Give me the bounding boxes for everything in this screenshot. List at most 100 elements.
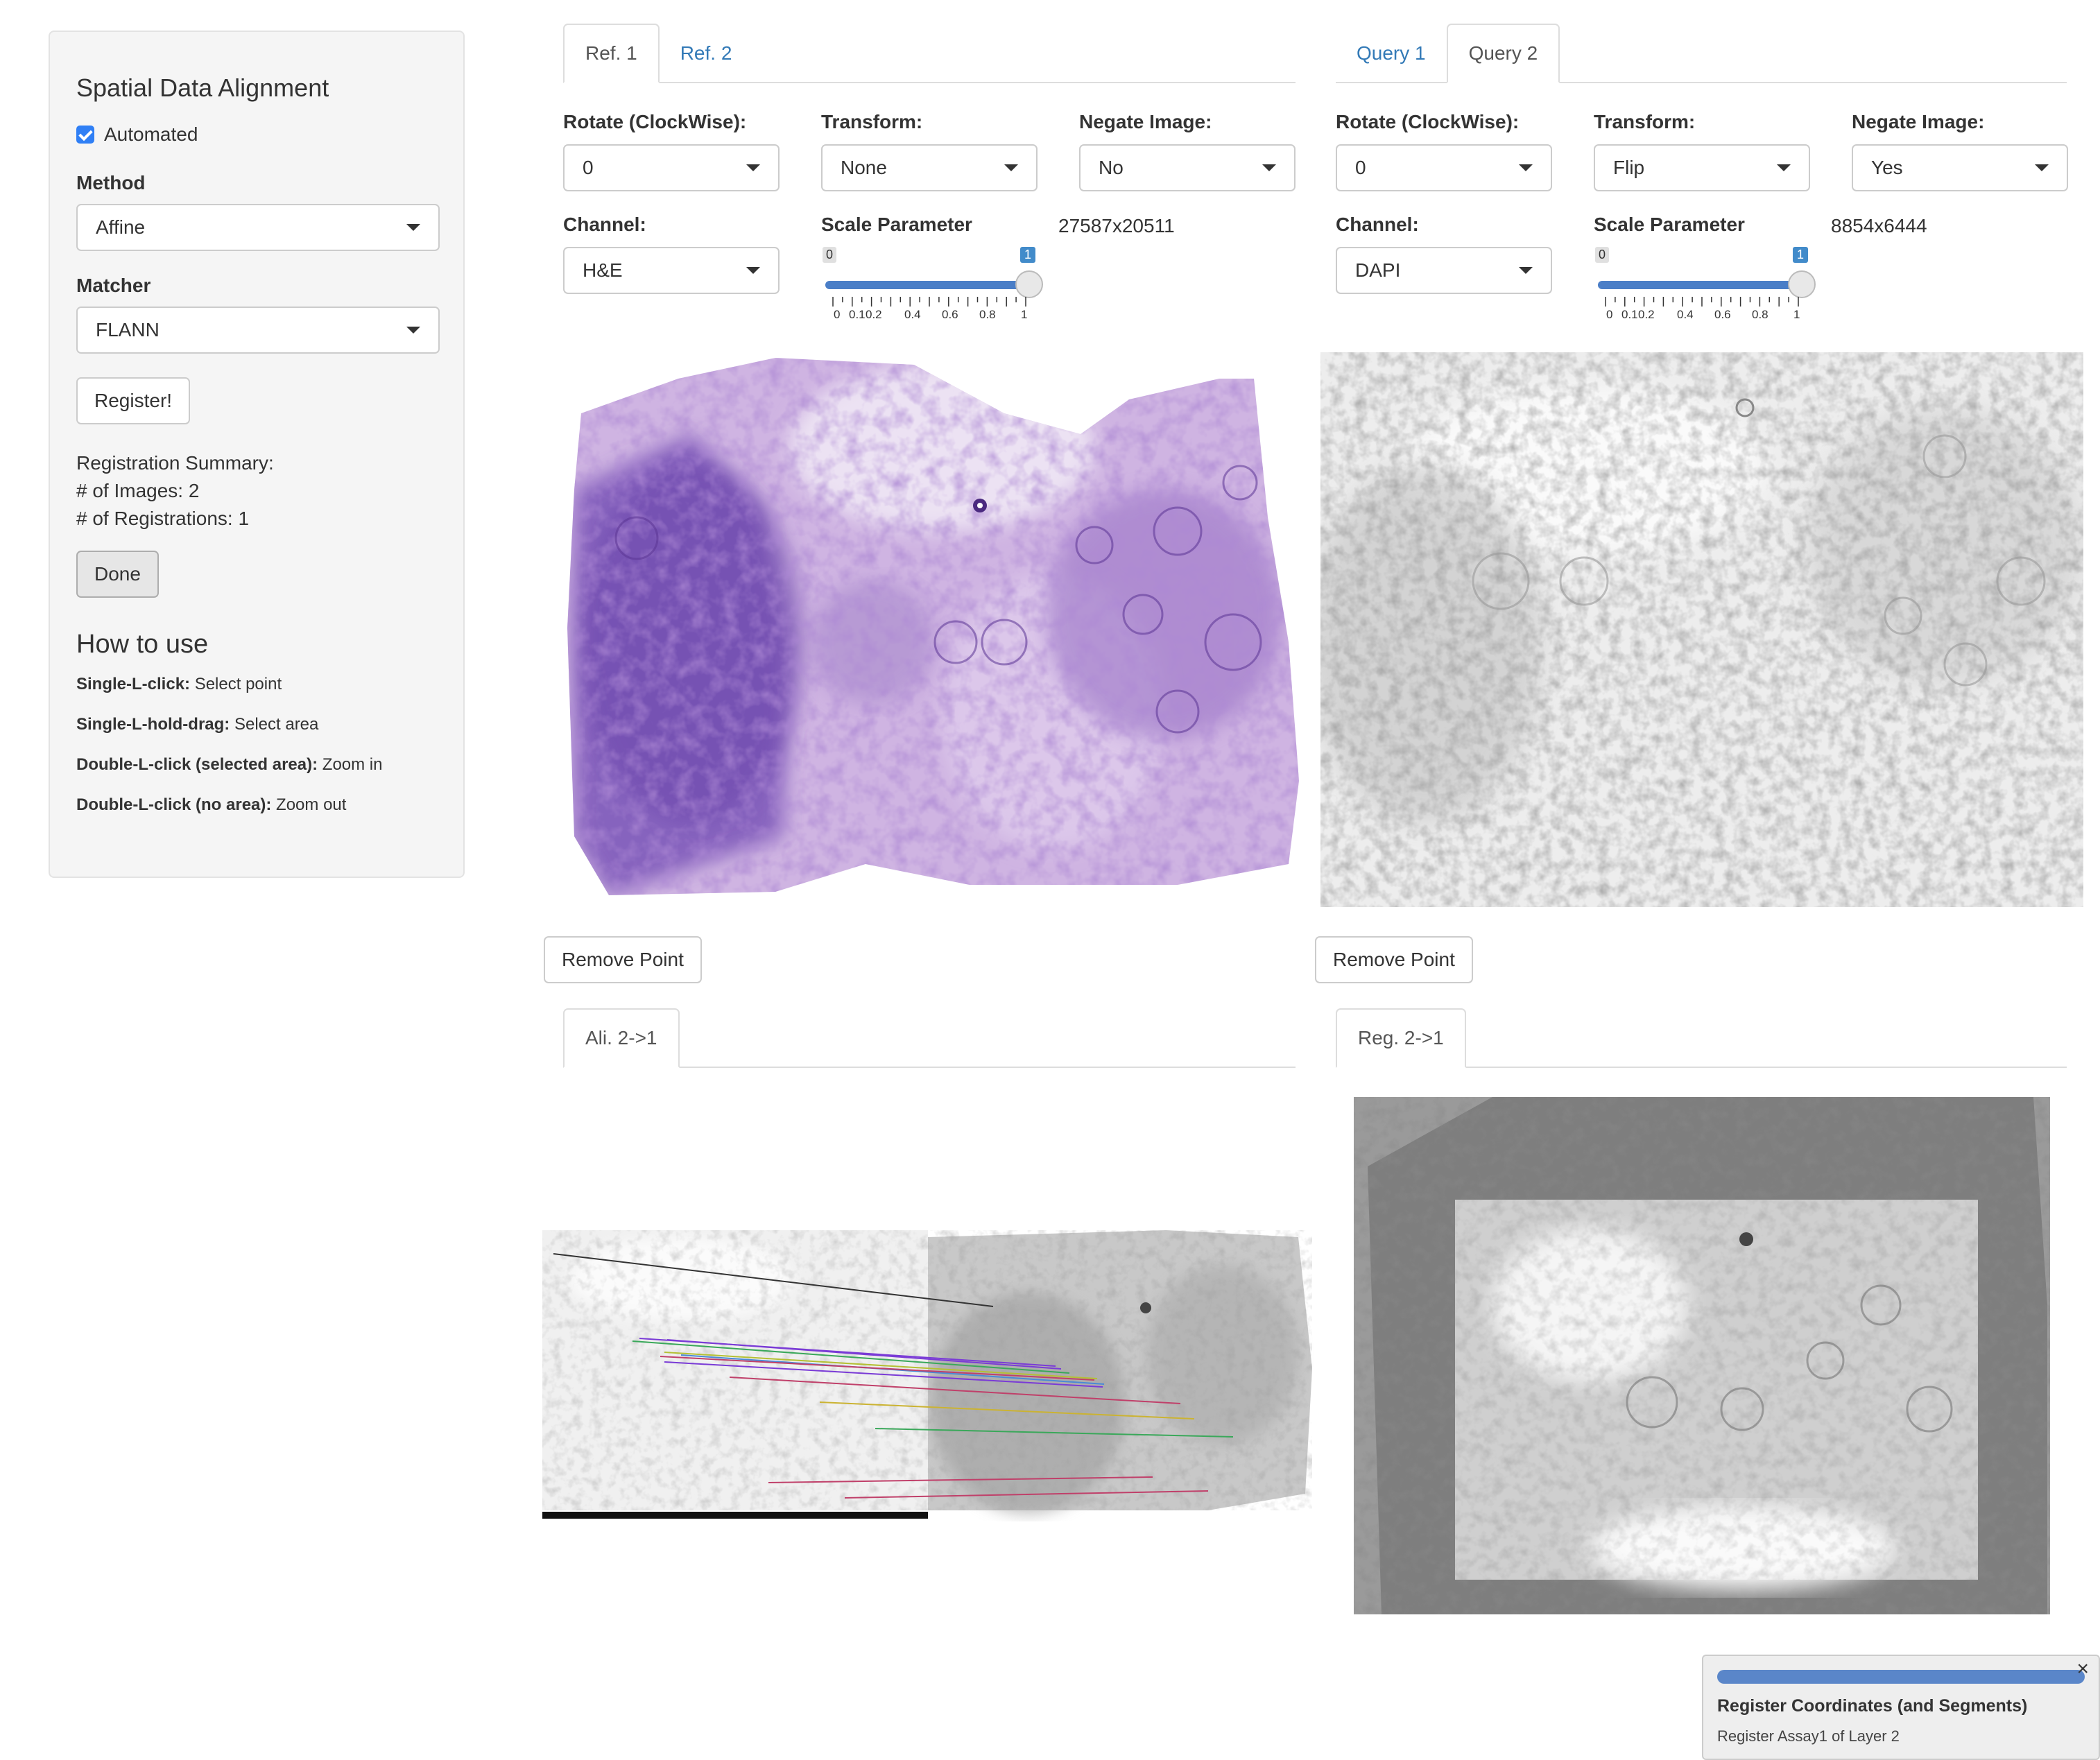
query-transform-value: Flip [1613,157,1645,178]
slider-tick-label: 0.6 [942,308,958,321]
query-rotate-value: 0 [1355,157,1366,178]
ref-channel-control: Channel: H&E [563,214,780,294]
chevron-down-icon [746,164,760,171]
query-channel-value: DAPI [1355,259,1401,281]
ref-channel-label: Channel: [563,214,646,235]
progress-notification: × Register Coordinates (and Segments) Re… [1702,1655,2100,1760]
query-rotate-control: Rotate (ClockWise): 0 [1336,111,1552,191]
slider-tick-label: 0 [1606,308,1613,321]
ref-negate-value: No [1099,157,1124,178]
chevron-down-icon [1777,164,1791,171]
slider-tick-label: 0.4 [1677,308,1694,321]
query-scale-label: Scale Parameter [1594,214,1745,235]
howto-item: Double-L-click (selected area): Zoom in [76,755,383,774]
tab-alignment[interactable]: Ali. 2->1 [563,1008,680,1068]
slider-tick-label: 0 [834,308,841,321]
slider-tick-label: 0.4 [904,308,921,321]
slider-tick-label: 0.1 [1621,308,1638,321]
howto-item: Double-L-click (no area): Zoom out [76,795,347,814]
ref-negate-select[interactable]: No [1079,144,1296,191]
query-dapi-image[interactable] [1320,352,2083,907]
ref-negate-control: Negate Image: No [1079,111,1296,191]
close-icon[interactable]: × [2076,1657,2089,1681]
query-channel-select[interactable]: DAPI [1336,247,1552,294]
ref-transform-control: Transform: None [821,111,1038,191]
method-select[interactable]: Affine [76,204,440,251]
method-label: Method [76,172,146,193]
chevron-down-icon [1519,267,1533,274]
slider-tick-label: 0.2 [1638,308,1655,321]
ref-he-image[interactable] [553,351,1302,899]
chevron-down-icon [406,327,420,334]
tab-ref-1[interactable]: Ref. 1 [563,24,660,83]
notification-detail: Register Assay1 of Layer 2 [1717,1727,1900,1745]
slider-ticks [1605,297,1799,307]
chevron-down-icon [1262,164,1276,171]
ref-rotate-value: 0 [583,157,594,178]
automated-checkbox[interactable] [76,126,94,144]
ref-transform-select[interactable]: None [821,144,1038,191]
tab-query-1[interactable]: Query 1 [1336,24,1447,83]
ref-scale-control: Scale Parameter [821,214,972,247]
ref-transform-label: Transform: [821,111,923,132]
query-scale-slider[interactable]: 0 1 0 0.1 0.2 0.4 0.6 0.8 1 [1595,247,1816,323]
registration-overlay-image[interactable] [1354,1097,2050,1614]
ref-remove-point-button[interactable]: Remove Point [544,936,702,983]
slider-track[interactable] [1598,281,1799,289]
matcher-value: FLANN [96,319,160,340]
alignment-matches-image[interactable] [542,1230,1314,1521]
slider-max-label: 1 [1793,247,1809,263]
query-scale-control: Scale Parameter [1594,214,1745,247]
query-rotate-select[interactable]: 0 [1336,144,1552,191]
registration-summary: Registration Summary: # of Images: 2 # o… [76,449,437,533]
ref-negate-label: Negate Image: [1079,111,1212,132]
ref-scale-slider[interactable]: 0 1 0 0.1 0.2 0.4 0.6 0.8 1 [823,247,1043,323]
ref-tabs: Ref. 1 Ref. 2 [563,24,1296,83]
slider-min-label: 0 [823,247,837,263]
chevron-down-icon [406,224,420,231]
slider-tick-label: 0.1 [849,308,866,321]
query-channel-control: Channel: DAPI [1336,214,1552,294]
ref-scale-label: Scale Parameter [821,214,972,235]
summary-title: Registration Summary: [76,452,274,474]
tab-registration[interactable]: Reg. 2->1 [1336,1008,1466,1068]
automated-label: Automated [104,123,198,145]
slider-ticks [832,297,1026,307]
slider-tick-label: 1 [1021,308,1028,321]
slider-tick-label: 0.8 [979,308,996,321]
matcher-select[interactable]: FLANN [76,307,440,354]
tab-query-2[interactable]: Query 2 [1446,24,1560,83]
progress-bar [1717,1670,2085,1684]
query-transform-label: Transform: [1594,111,1696,132]
register-button[interactable]: Register! [76,377,191,424]
registration-tabs: Reg. 2->1 [1336,1008,2067,1068]
query-negate-select[interactable]: Yes [1852,144,2068,191]
query-dimensions: 8854x6444 [1831,215,1927,236]
slider-track[interactable] [825,281,1026,289]
howto-title: How to use [76,630,209,659]
matcher-label: Matcher [76,275,151,296]
slider-handle[interactable] [1015,270,1043,298]
automated-checkbox-row[interactable]: Automated [76,123,437,146]
ref-channel-select[interactable]: H&E [563,247,780,294]
ref-rotate-select[interactable]: 0 [563,144,780,191]
summary-registrations: # of Registrations: 1 [76,508,250,529]
chevron-down-icon [1519,164,1533,171]
ref-dimensions: 27587x20511 [1058,215,1175,236]
method-value: Affine [96,216,146,238]
ref-rotate-control: Rotate (ClockWise): 0 [563,111,780,191]
slider-tick-label: 1 [1793,308,1800,321]
ref-rotate-label: Rotate (ClockWise): [563,111,747,132]
query-remove-point-button[interactable]: Remove Point [1315,936,1473,983]
query-channel-label: Channel: [1336,214,1419,235]
done-button[interactable]: Done [76,551,159,598]
tab-ref-2[interactable]: Ref. 2 [660,24,753,83]
slider-tick-label: 0.2 [866,308,882,321]
slider-max-label: 1 [1020,247,1036,263]
query-transform-select[interactable]: Flip [1594,144,1810,191]
query-negate-value: Yes [1871,157,1903,178]
sidebar-title: Spatial Data Alignment [76,74,329,102]
ref-channel-value: H&E [583,259,623,281]
query-tabs: Query 1 Query 2 [1336,24,2067,83]
slider-handle[interactable] [1788,270,1816,298]
